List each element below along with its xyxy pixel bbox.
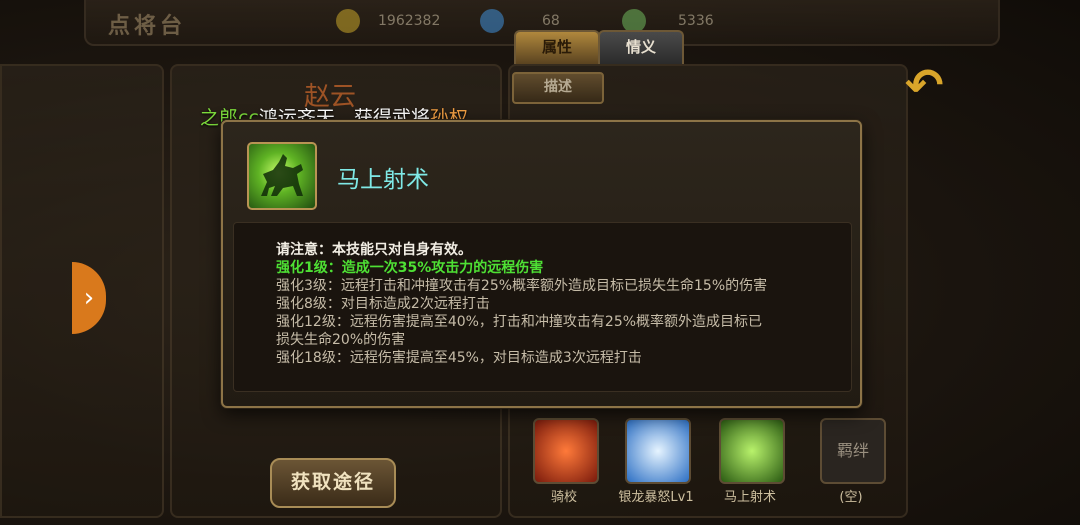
subtab-description[interactable]: 描述 xyxy=(512,72,604,104)
skill-title: 马上射术 xyxy=(337,167,429,193)
soul-value: 5336 xyxy=(678,13,714,29)
cavalry-icon xyxy=(535,420,597,482)
skill-detail-popup[interactable]: 马上射术 请注意：本技能只对自身有效。 强化1级：造成一次35%攻击力的远程伤害… xyxy=(221,120,862,408)
desc-level-8: 强化8级：对目标造成2次远程打击 xyxy=(276,296,490,312)
desc-level-18: 强化18级：远程伤害提高至45%，对目标造成3次远程打击 xyxy=(276,350,642,366)
skill-slot-horse-archer[interactable] xyxy=(719,418,785,484)
gem-value: 68 xyxy=(542,13,560,29)
gem-plus-icon[interactable] xyxy=(480,9,504,33)
skill-slot-bond[interactable]: 羁绊 xyxy=(820,418,886,484)
horse-rider-silhouette xyxy=(261,154,303,196)
coin-value: 1962382 xyxy=(378,13,441,29)
tab-relations[interactable]: 情义 xyxy=(598,30,684,64)
page-title: 点将台 xyxy=(108,14,187,39)
desc-level-3: 强化3级：远程打击和冲撞攻击有25%概率额外造成目标已损失生命15%的伤害 xyxy=(276,278,768,294)
desc-level-12-cont: 损失生命20%的伤害 xyxy=(276,332,406,348)
coin-resource[interactable]: 1962382 xyxy=(336,8,440,34)
desc-note: 请注意：本技能只对自身有效。 xyxy=(276,242,472,258)
skill-slot-cavalry[interactable] xyxy=(533,418,599,484)
skill-label: (空) xyxy=(839,490,863,505)
desc-level-12: 强化12级：远程伤害提高至40%，打击和冲撞攻击有25%概率额外造成目标已 xyxy=(276,314,763,330)
silver-dragon-icon xyxy=(627,420,689,482)
horse-archer-icon xyxy=(247,142,317,210)
desc-level-1: 强化1级：造成一次35%攻击力的远程伤害 xyxy=(276,260,544,276)
back-arrow-icon[interactable]: ↶ xyxy=(905,62,955,108)
skill-slot-silver-dragon[interactable] xyxy=(625,418,691,484)
skill-label: 马上射术 xyxy=(723,490,776,505)
tab-attributes[interactable]: 属性 xyxy=(514,30,600,64)
horse-archer-icon xyxy=(721,420,783,482)
skill-description: 请注意：本技能只对自身有效。 强化1级：造成一次35%攻击力的远程伤害 强化3级… xyxy=(233,222,852,392)
coin-plus-icon[interactable] xyxy=(336,9,360,33)
obtain-path-button[interactable]: 获取途径 xyxy=(270,458,396,508)
